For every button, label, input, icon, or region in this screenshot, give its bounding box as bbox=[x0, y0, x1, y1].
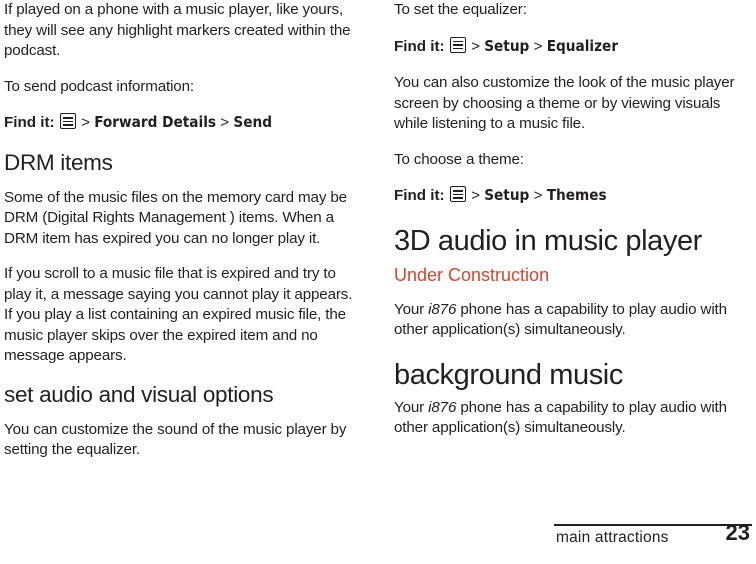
heading-set-audio-visual-options: set audio and visual options bbox=[4, 381, 274, 407]
paragraph-background-music-capability: Your i876 phone has a capability to play… bbox=[394, 398, 744, 439]
model-name: i876 bbox=[428, 300, 457, 318]
find-it-separator: > bbox=[471, 37, 480, 55]
document-page: If played on a phone with a music player… bbox=[0, 0, 756, 564]
find-it-label: Find it: bbox=[4, 114, 55, 131]
find-it-item-send: Send bbox=[233, 113, 272, 131]
footer-section-label: main attractions bbox=[556, 529, 669, 546]
model-name: i876 bbox=[428, 398, 457, 416]
find-it-separator: > bbox=[533, 187, 543, 204]
page-footer: main attractions 23 bbox=[394, 520, 752, 558]
find-it-separator: > bbox=[81, 114, 90, 131]
find-it-separator: > bbox=[220, 114, 230, 131]
paragraph-choose-theme-intro: To choose a theme: bbox=[394, 150, 524, 168]
left-column: If played on a phone with a music player… bbox=[4, 0, 354, 476]
paragraph-customize-sound: You can customize the sound of the music… bbox=[4, 420, 347, 459]
menu-key-icon bbox=[449, 186, 466, 202]
heading-3d-audio-in-music-player: 3D audio in music player bbox=[394, 224, 702, 257]
footer-divider bbox=[554, 524, 752, 526]
find-it-separator: > bbox=[471, 187, 480, 204]
under-construction-note: Under Construction bbox=[394, 264, 550, 285]
find-it-item-forward-details: Forward Details bbox=[94, 113, 217, 131]
paragraph-3d-audio-capability: Your i876 phone has a capability to play… bbox=[394, 300, 744, 341]
find-it-label: Find it: bbox=[394, 37, 445, 55]
find-it-send: Find it: > Forward Details > Send bbox=[4, 112, 354, 134]
paragraph-send-podcast-intro: To send podcast information: bbox=[4, 77, 194, 95]
find-it-equalizer: Find it: > Setup > Equalizer bbox=[394, 36, 744, 58]
text-pre: Your bbox=[394, 398, 429, 416]
find-it-item-setup: Setup bbox=[484, 186, 530, 204]
find-it-separator: > bbox=[533, 37, 543, 55]
heading-drm-items: DRM items bbox=[4, 149, 113, 175]
page-number: 23 bbox=[725, 520, 750, 545]
find-it-item-equalizer: Equalizer bbox=[546, 36, 619, 55]
paragraph-equalizer-intro: To set the equalizer: bbox=[394, 1, 527, 18]
paragraph-podcast-intro: If played on a phone with a music player… bbox=[4, 1, 351, 59]
paragraph-drm-1: Some of the music files on the memory ca… bbox=[4, 188, 347, 247]
find-it-item-themes: Themes bbox=[546, 186, 607, 204]
text-pre: Your bbox=[394, 300, 429, 318]
right-column: To set the equalizer: Find it: > Setup >… bbox=[394, 0, 744, 454]
paragraph-theme-customize: You can also customize the look of the m… bbox=[394, 74, 735, 132]
find-it-item-setup: Setup bbox=[484, 36, 530, 55]
paragraph-drm-2: If you scroll to a music file that is ex… bbox=[4, 265, 353, 364]
menu-key-icon bbox=[449, 36, 466, 53]
find-it-themes: Find it: > Setup > Themes bbox=[394, 185, 744, 207]
find-it-label: Find it: bbox=[394, 187, 445, 204]
heading-background-music: background music bbox=[394, 358, 623, 391]
menu-key-icon bbox=[59, 113, 76, 129]
